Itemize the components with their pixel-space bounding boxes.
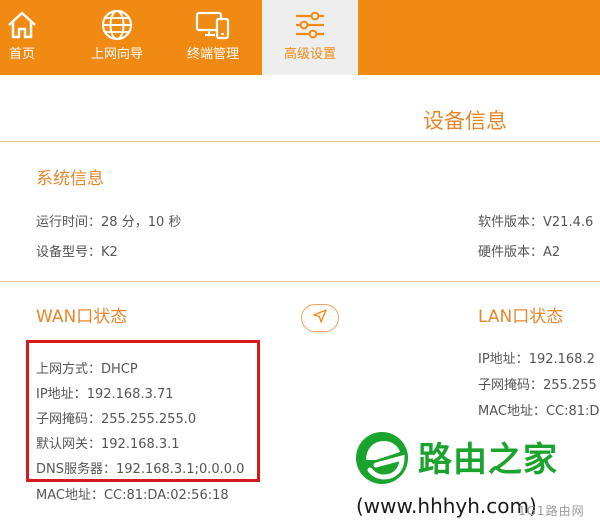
highlight-box (26, 340, 260, 482)
watermark-title: 路由之家 (418, 440, 558, 480)
field-value: 28 分，10 秒 (101, 215, 182, 230)
field-label: MAC地址： (36, 488, 104, 503)
nav-item-home[interactable]: 首页 (0, 0, 44, 75)
sliders-icon (292, 8, 328, 42)
home-icon (4, 8, 40, 42)
page-title: 设备信息 (423, 109, 507, 133)
navigation-arrow-icon (312, 308, 328, 328)
field-lan-subnet-mask: 子网掩码：255.255 (478, 374, 597, 393)
field-value: 192.168.2 (528, 352, 595, 367)
field-label: IP地址： (478, 352, 529, 367)
field-label: 设备型号： (36, 245, 102, 260)
navigate-button[interactable] (301, 304, 339, 332)
field-wan-mac: MAC地址：CC:81:DA:02:56:18 (36, 484, 229, 503)
nav-label-advanced-settings: 高级设置 (283, 47, 336, 62)
field-value: CC:81:D (545, 404, 600, 419)
field-value: 255.255 (543, 378, 597, 393)
devices-icon (195, 8, 231, 42)
field-lan-ip: IP地址：192.168.2 (478, 348, 595, 367)
section-title-wan-status: WAN口状态 (36, 307, 128, 327)
field-hardware-version: 硬件版本：A2 (478, 241, 560, 260)
field-value: A2 (543, 245, 561, 260)
nav-item-setup-wizard[interactable]: 上网向导 (80, 0, 154, 75)
globe-icon (99, 8, 135, 42)
watermark-url: (www.hhhyh.com) (356, 494, 537, 518)
nav-item-device-management[interactable]: 终端管理 (176, 0, 250, 75)
divider (0, 141, 600, 142)
nav-label-device-management: 终端管理 (186, 47, 239, 62)
field-value: V21.4.6 (543, 215, 594, 230)
nav-item-advanced-settings[interactable]: 高级设置 (262, 0, 358, 75)
section-title-system-info: 系统信息 (36, 169, 104, 189)
watermark-subtitle: 1G1路由网 (518, 504, 585, 518)
field-label: 子网掩码： (478, 378, 544, 393)
field-uptime: 运行时间：28 分，10 秒 (36, 211, 181, 230)
nav-label-setup-wizard: 上网向导 (90, 47, 143, 62)
field-label: 运行时间： (36, 215, 102, 230)
field-label: 软件版本： (478, 215, 544, 230)
field-software-version: 软件版本：V21.4.6 (478, 211, 593, 230)
field-label: MAC地址： (478, 404, 546, 419)
field-lan-mac: MAC地址：CC:81:D (478, 400, 599, 419)
field-value: CC:81:DA:02:56:18 (103, 488, 229, 503)
section-title-lan-status: LAN口状态 (478, 307, 564, 327)
field-device-model: 设备型号：K2 (36, 241, 118, 260)
field-value: K2 (101, 245, 118, 260)
divider (0, 281, 600, 282)
watermark-logo-icon (352, 428, 414, 488)
field-label: 硬件版本： (478, 245, 544, 260)
nav-label-home: 首页 (8, 47, 35, 62)
top-nav-bar: 首页 上网向导 终端管理 高级设置 (0, 0, 600, 75)
